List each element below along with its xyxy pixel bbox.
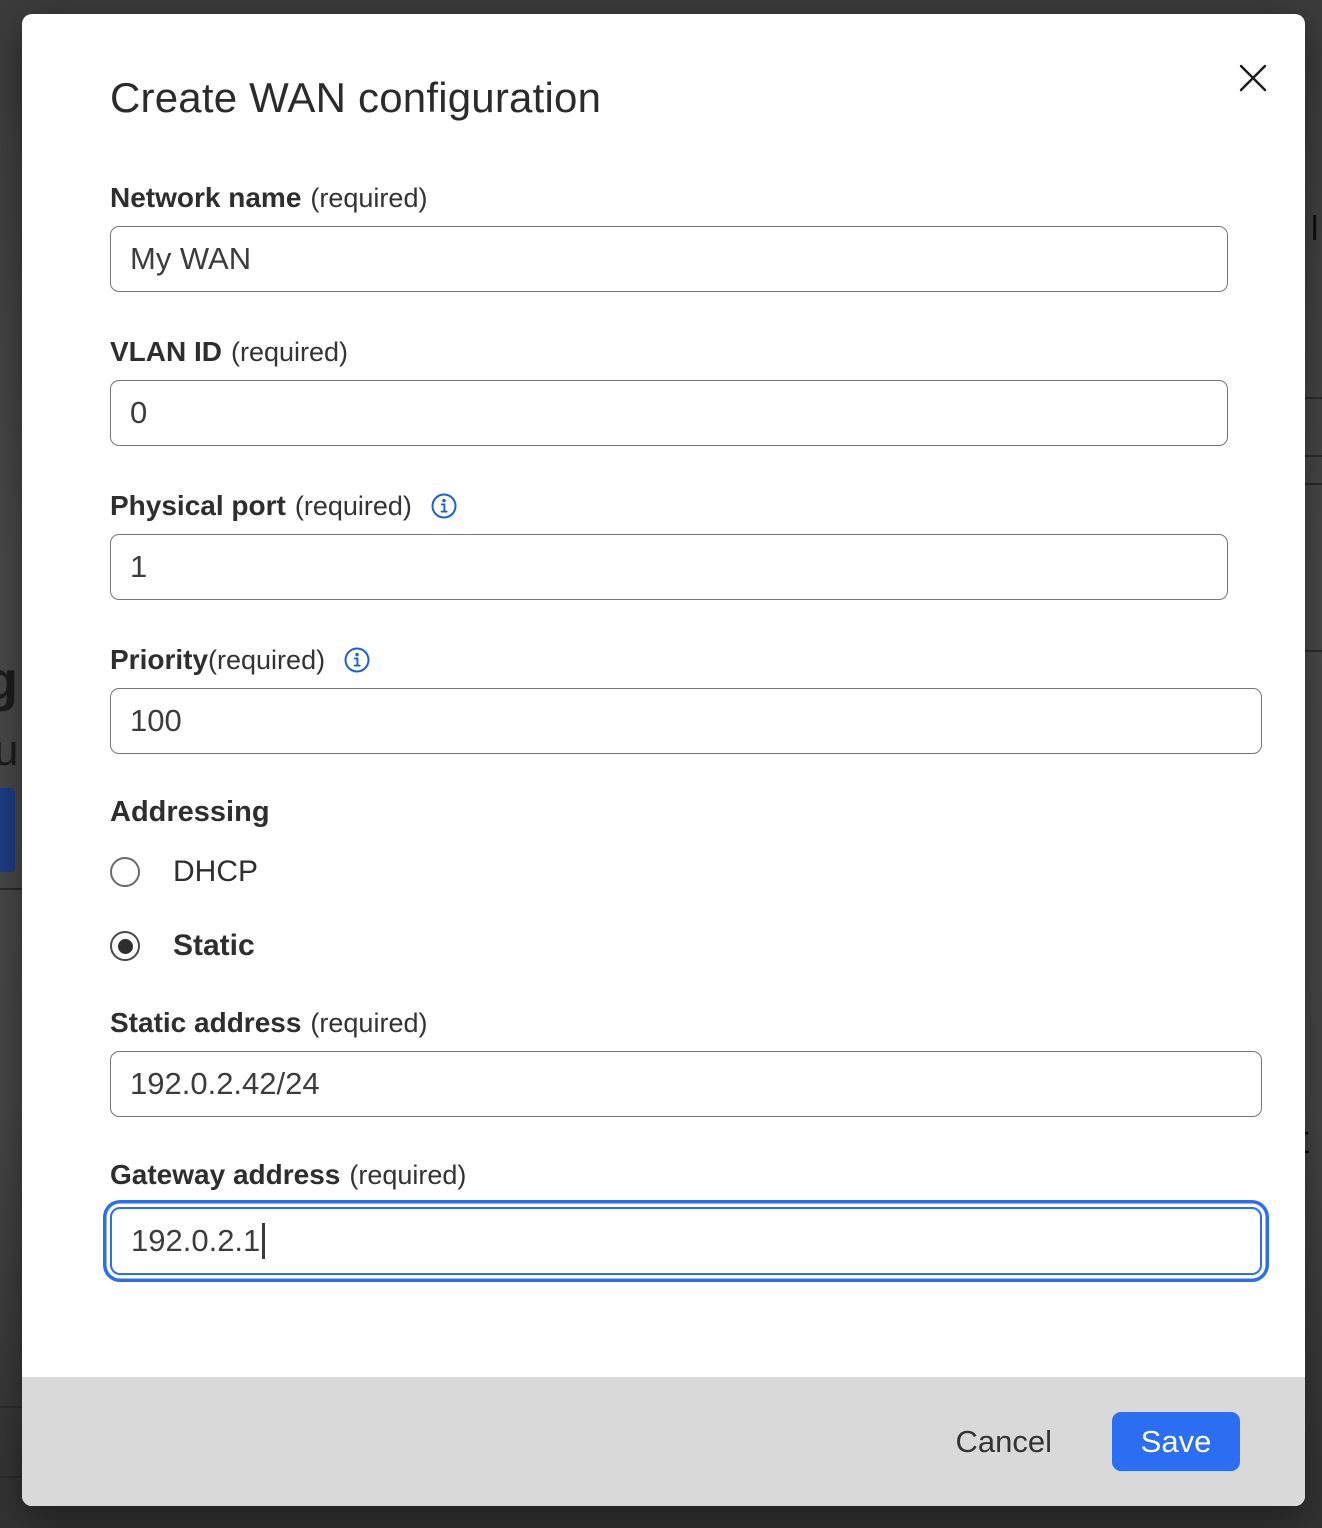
priority-label: Priority bbox=[110, 644, 208, 676]
vlan-id-label: VLAN ID bbox=[110, 336, 222, 368]
backdrop-divider bbox=[1305, 650, 1322, 652]
backdrop-divider bbox=[0, 1476, 22, 1478]
physical-port-input[interactable] bbox=[110, 534, 1228, 600]
priority-input[interactable] bbox=[110, 688, 1262, 754]
gateway-address-input[interactable]: 192.0.2.1 bbox=[110, 1207, 1262, 1275]
backdrop-divider bbox=[0, 888, 22, 890]
gateway-address-label-row: Gateway address (required) bbox=[110, 1159, 1263, 1191]
radio-selected-icon[interactable] bbox=[110, 931, 140, 961]
addressing-heading: Addressing bbox=[110, 796, 1263, 829]
info-icon[interactable] bbox=[430, 492, 458, 520]
physical-port-label-row: Physical port (required) bbox=[110, 490, 1263, 522]
radio-dhcp-label: DHCP bbox=[173, 855, 258, 889]
backdrop-divider bbox=[1305, 455, 1322, 457]
text-caret bbox=[262, 1223, 265, 1259]
vlan-id-label-row: VLAN ID (required) bbox=[110, 336, 1263, 368]
radio-unselected-icon[interactable] bbox=[110, 857, 140, 887]
backdrop-partial-text: u bbox=[0, 726, 18, 776]
static-address-label: Static address bbox=[110, 1007, 301, 1039]
radio-static-label: Static bbox=[173, 929, 255, 963]
cancel-button[interactable]: Cancel bbox=[944, 1416, 1065, 1468]
radio-option-static[interactable]: Static bbox=[110, 929, 1263, 963]
backdrop-blue-button-fragment bbox=[0, 788, 15, 872]
required-hint: (required) bbox=[295, 491, 412, 522]
info-icon[interactable] bbox=[343, 646, 371, 674]
radio-option-dhcp[interactable]: DHCP bbox=[110, 855, 1263, 889]
required-hint: (required) bbox=[310, 183, 427, 214]
vlan-id-input[interactable] bbox=[110, 380, 1228, 446]
create-wan-dialog: Create WAN configuration Network name (r… bbox=[22, 14, 1305, 1506]
backdrop-divider bbox=[0, 1406, 22, 1408]
network-name-input[interactable] bbox=[110, 226, 1228, 292]
gateway-address-value: 192.0.2.1 bbox=[131, 1223, 260, 1259]
required-hint: (required) bbox=[310, 1008, 427, 1039]
required-hint: (required) bbox=[349, 1160, 466, 1191]
network-name-label-row: Network name (required) bbox=[110, 182, 1263, 214]
physical-port-label: Physical port bbox=[110, 490, 286, 522]
dialog-title: Create WAN configuration bbox=[110, 74, 1263, 122]
backdrop-divider bbox=[1305, 397, 1322, 399]
network-name-label: Network name bbox=[110, 182, 301, 214]
priority-label-row: Priority (required) bbox=[110, 644, 1263, 676]
static-address-input[interactable] bbox=[110, 1051, 1262, 1117]
required-hint: (required) bbox=[231, 337, 348, 368]
backdrop-divider bbox=[1305, 483, 1322, 485]
gateway-address-label: Gateway address bbox=[110, 1159, 340, 1191]
static-address-label-row: Static address (required) bbox=[110, 1007, 1263, 1039]
backdrop-partial-text: g bbox=[0, 648, 18, 713]
save-button[interactable]: Save bbox=[1112, 1412, 1240, 1471]
dialog-footer: Cancel Save bbox=[22, 1377, 1305, 1506]
required-hint: (required) bbox=[208, 645, 325, 676]
